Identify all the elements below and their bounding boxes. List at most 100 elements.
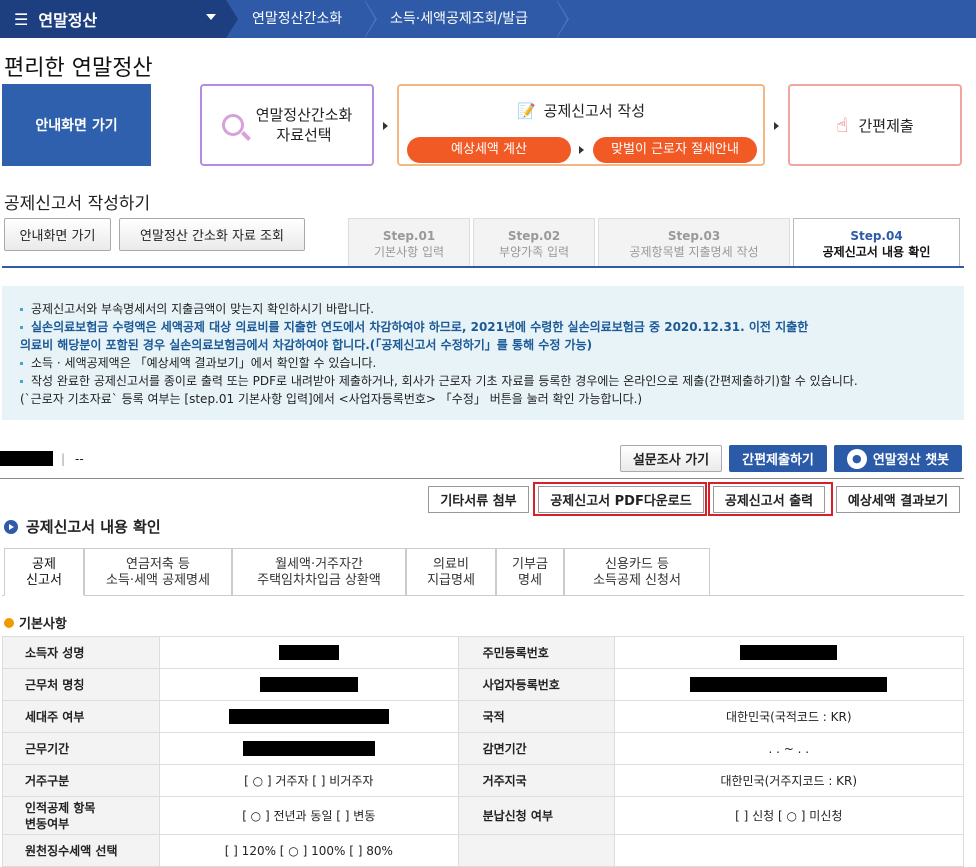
basic-info-title: 기본사항 — [4, 613, 67, 632]
main-menu-button[interactable]: ☰ 연말정산 — [0, 0, 226, 38]
value-workplace — [159, 668, 459, 701]
chatbot-label: 연말정산 챗봇 — [872, 453, 950, 468]
simplified-lookup-button[interactable]: 연말정산 간소화 자료 조회 — [119, 218, 305, 251]
value-residence-country: 대한민국(거주지코드 : KR) — [613, 764, 965, 797]
tab-donation[interactable]: 기부금 명세 — [496, 548, 564, 596]
table-row: 세대주 여부 국적 대한민국(국적코드 : KR) — [2, 700, 965, 733]
arrow-right-icon — [774, 122, 779, 130]
breadcrumb-separator-inner — [364, 0, 375, 38]
breadcrumb-item-deduction[interactable]: 소득·세액공제조회/발급 — [390, 0, 528, 38]
value-reduction-period: . . ~ . . — [613, 732, 965, 765]
section-title: 공제신고서 작성하기 — [4, 194, 151, 214]
label-reduction-period: 감면기간 — [457, 732, 615, 765]
guide-button[interactable]: 안내화면 가기 — [4, 218, 111, 251]
value-rrn — [613, 636, 965, 669]
hamburger-icon: ☰ — [14, 9, 29, 29]
chevron-down-icon — [206, 14, 216, 20]
search-icon — [221, 114, 244, 136]
divider — [0, 478, 964, 479]
notice-box: 공제신고서와 부속명세서의 지출금액이 맞는지 확인하시기 바랍니다. 실손의료… — [2, 286, 964, 420]
page-title: 편리한 연말정산 — [4, 56, 153, 81]
notice-line: 작성 완료한 공제신고서를 종이로 출력 또는 PDF로 내려받아 제출하거나,… — [20, 372, 964, 390]
step-divider — [2, 266, 964, 268]
tax-result-button[interactable]: 예상세액 결과보기 — [836, 486, 960, 513]
label-workplace: 근무처 명칭 — [2, 668, 160, 701]
notice-line: 소득 · 세액공제액은 「예상세액 결과보기」에서 확인할 수 있습니다. — [20, 354, 964, 372]
step-label: 공제항목별 지출명세 작성 — [629, 245, 759, 259]
easy-submit-label: 간편제출 — [858, 116, 914, 135]
top-nav-bar: ☰ 연말정산 연말정산간소화 소득·세액공제조회/발급 — [0, 0, 976, 38]
notice-line: 실손의료보험금 수령액은 세액공제 대상 의료비를 지출한 연도에서 차감하여야… — [20, 318, 964, 336]
table-row: 근무기간 감면기간 . . ~ . . — [2, 732, 965, 765]
arrow-right-icon — [579, 146, 584, 154]
basic-info-table: 소득자 성명 주민등록번호 근무처 명칭 사업자등록번호 세대주 여부 국적 대… — [2, 636, 965, 867]
tab-pension-savings[interactable]: 연금저축 등 소득·세액 공제명세 — [84, 548, 232, 596]
breadcrumb-item-simplified[interactable]: 연말정산간소화 — [252, 0, 342, 38]
table-row: 인적공제 항목 변동여부 [ ○ ] 전년과 동일 [ ] 변동 분납신청 여부… — [2, 796, 965, 835]
document-edit-icon: 📝 — [516, 102, 536, 120]
dual-income-tips-button[interactable]: 맞벌이 근로자 절세안내 — [593, 137, 757, 163]
step-number: Step.01 — [382, 229, 436, 243]
table-row: 근무처 명칭 사업자등록번호 — [2, 668, 965, 701]
value-household-head — [159, 700, 459, 733]
step-tab-3[interactable]: Step.03 공제항목별 지출명세 작성 — [598, 218, 790, 266]
value-name — [159, 636, 459, 669]
highlight-box — [533, 482, 707, 516]
redacted-user-name — [0, 451, 53, 466]
hand-pointer-icon: ☝ — [836, 113, 849, 137]
chatbot-button[interactable]: ● 연말정산 챗봇 — [834, 445, 962, 472]
notice-line: (`근로자 기초자료` 등록 여부는 [step.01 기본사항 입력]에서 <… — [20, 392, 643, 406]
label-rrn: 주민등록번호 — [457, 636, 615, 669]
data-select-step[interactable]: 연말정산간소화 자료선택 — [200, 84, 374, 166]
label-residency: 거주구분 — [2, 764, 160, 797]
highlight-box — [708, 482, 833, 516]
arrow-right-icon — [383, 122, 388, 130]
label-bizno: 사업자등록번호 — [457, 668, 615, 701]
value-bizno — [613, 668, 965, 701]
easy-submit-step[interactable]: ☝ 간편제출 — [788, 84, 962, 166]
tab-credit-card[interactable]: 신용카드 등 소득공제 신청서 — [564, 548, 710, 596]
tab-deduction-form[interactable]: 공제 신고서 — [4, 548, 84, 596]
value-residency: [ ○ ] 거주자 [ ] 비거주자 — [159, 764, 459, 797]
step-label: 공제신고서 내용 확인 — [822, 245, 931, 259]
guide-screen-button[interactable]: 안내화면 가기 — [2, 84, 151, 166]
notice-line: 의료비 해당분이 포함된 경우 실손의료보험금에서 차감하여야 합니다.(「공제… — [20, 338, 593, 352]
breadcrumb-separator-inner — [556, 0, 567, 38]
label-work-period: 근무기간 — [2, 732, 160, 765]
user-info: -- — [75, 452, 84, 466]
value-work-period — [159, 732, 459, 765]
step-label: 부양가족 입력 — [498, 245, 570, 259]
label-residence-country: 거주지국 — [457, 764, 615, 797]
tab-medical[interactable]: 의료비 지급명세 — [406, 548, 496, 596]
deduction-write-step: 📝 공제신고서 작성 예상세액 계산 맞벌이 근로자 절세안내 — [397, 84, 765, 166]
table-row: 소득자 성명 주민등록번호 — [2, 636, 965, 669]
step-number: Step.02 — [507, 229, 561, 243]
table-row: 거주구분 [ ○ ] 거주자 [ ] 비거주자 거주지국 대한민국(거주지코드 … — [2, 764, 965, 797]
value-nationality: 대한민국(국적코드 : KR) — [613, 700, 965, 733]
user-separator: | — [61, 452, 66, 466]
arrow-circle-icon — [4, 519, 18, 534]
chatbot-icon: ● — [846, 448, 867, 469]
bullet-icon — [4, 617, 14, 628]
attach-documents-button[interactable]: 기타서류 첨부 — [428, 486, 529, 513]
step-tab-2[interactable]: Step.02 부양가족 입력 — [473, 218, 595, 266]
deduction-write-label: 공제신고서 작성 — [543, 102, 646, 120]
value-installment: [ ] 신청 [ ○ ] 미신청 — [613, 796, 965, 835]
breadcrumb-separator — [226, 0, 238, 38]
step-tab-1[interactable]: Step.01 기본사항 입력 — [348, 218, 470, 266]
label-nationality: 국적 — [457, 700, 615, 733]
confirm-section-title: 공제신고서 내용 확인 — [4, 516, 161, 537]
deduction-write-title: 📝 공제신고서 작성 — [399, 100, 763, 121]
easy-submit-button[interactable]: 간편제출하기 — [729, 445, 827, 472]
label-household-head: 세대주 여부 — [2, 700, 160, 733]
step-number: Step.04 — [850, 229, 903, 243]
step-label: 기본사항 입력 — [373, 245, 445, 259]
step-tab-4[interactable]: Step.04 공제신고서 내용 확인 — [793, 218, 960, 266]
estimated-tax-button[interactable]: 예상세액 계산 — [407, 137, 571, 163]
tab-monthly-rent[interactable]: 월세액·거주자간 주택임차차입금 상환액 — [232, 548, 406, 596]
label-installment: 분납신청 여부 — [457, 796, 615, 835]
value-change: [ ○ ] 전년과 동일 [ ] 변동 — [159, 796, 459, 835]
data-select-label: 연말정산간소화 자료선택 — [255, 106, 353, 144]
survey-button[interactable]: 설문조사 가기 — [620, 445, 722, 472]
label-name: 소득자 성명 — [2, 636, 160, 669]
